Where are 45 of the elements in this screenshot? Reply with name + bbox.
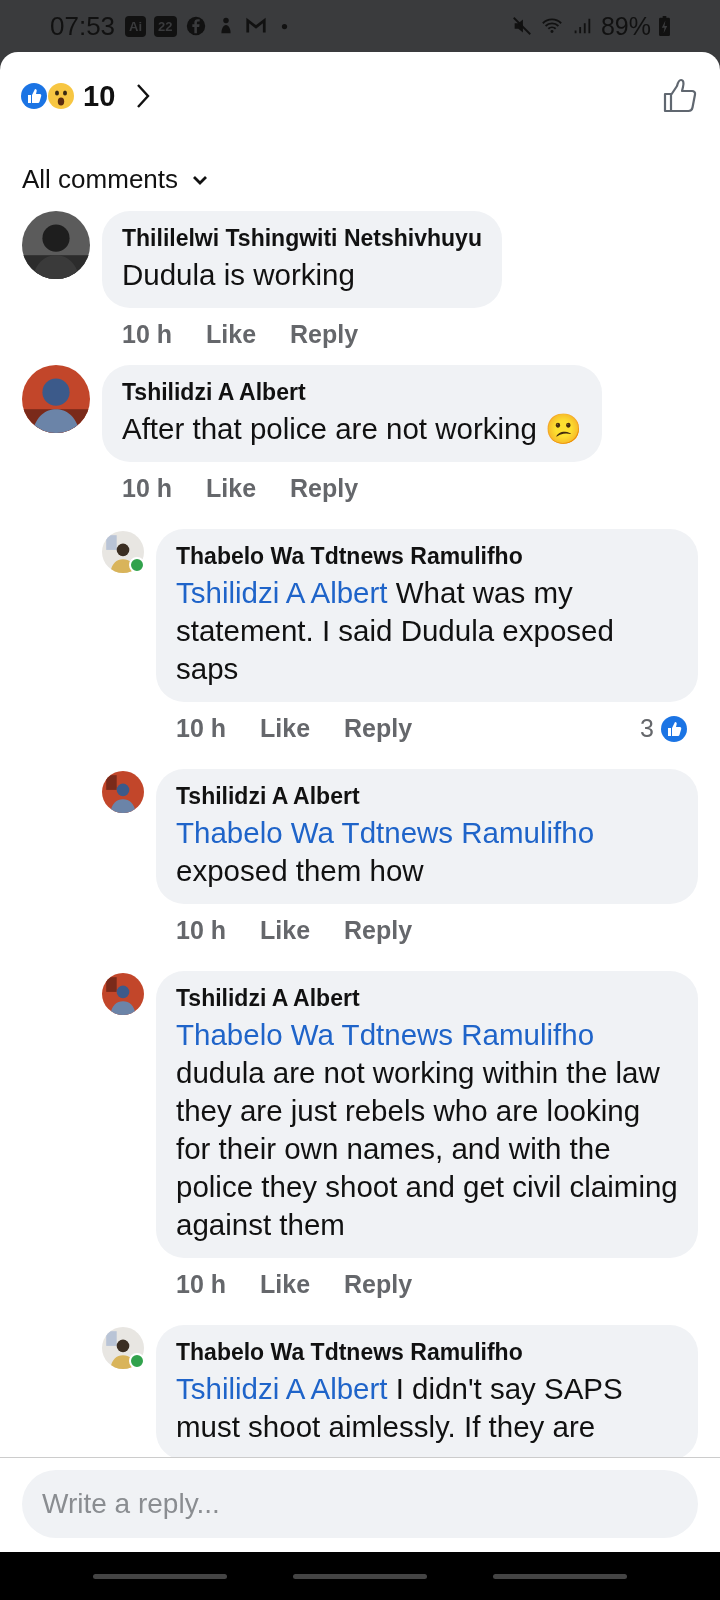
reply-link[interactable]: Reply bbox=[344, 714, 413, 743]
author-name[interactable]: Thabelo Wa Tdtnews Ramulifho bbox=[176, 1339, 678, 1366]
comment-text: Tshilidzi A Albert I didn't say SAPS must shoot aimlessly. If they are bbox=[176, 1371, 624, 1445]
author-name[interactable]: Thililelwi Tshingwiti Netshivhuyu bbox=[122, 225, 482, 252]
reply-field[interactable]: Write a reply... bbox=[22, 1470, 698, 1538]
reply-link[interactable]: Reply bbox=[290, 320, 359, 349]
reaction-count[interactable]: 10 bbox=[83, 79, 116, 113]
like-reaction-icon bbox=[20, 82, 48, 110]
reply-link[interactable]: Reply bbox=[290, 474, 359, 503]
like-link[interactable]: Like bbox=[260, 916, 311, 945]
like-link[interactable]: Like bbox=[260, 1270, 311, 1299]
comment-time: 10 h bbox=[176, 1270, 227, 1299]
chevron-right-icon[interactable] bbox=[135, 82, 152, 110]
like-link[interactable]: Like bbox=[206, 320, 257, 349]
mention-link[interactable]: Thabelo Wa Tdtnews Ramulifho bbox=[176, 1018, 595, 1051]
mention-link[interactable]: Thabelo Wa Tdtnews Ramulifho bbox=[176, 816, 595, 849]
comment-text: Dudula is working bbox=[122, 257, 356, 293]
mention-link[interactable]: Tshilidzi A Albert bbox=[176, 576, 388, 609]
facebook-icon bbox=[184, 15, 207, 37]
like-link[interactable]: Like bbox=[260, 714, 311, 743]
mute-icon bbox=[510, 15, 533, 37]
author-name[interactable]: Thabelo Wa Tdtnews Ramulifho bbox=[176, 543, 678, 570]
like-icon[interactable] bbox=[662, 78, 698, 114]
comment-text: Thabelo Wa Tdtnews Ramulifho dudula are not working within the law they are just rebels who are looking for their own names, and with the police they shoot and get civil claiming against them bbox=[176, 1017, 678, 1243]
comment-text: Tshilidzi A Albert What was my statement. I said Dudula exposed saps bbox=[176, 575, 615, 687]
reply-link[interactable]: Reply bbox=[344, 916, 413, 945]
comment-time: 10 h bbox=[122, 474, 173, 503]
like-reaction-icon bbox=[660, 714, 688, 743]
more-icon bbox=[280, 22, 288, 30]
like-count: 3 bbox=[640, 714, 654, 743]
mention-link[interactable]: Tshilidzi A Albert bbox=[176, 1372, 388, 1405]
comment-time: 10 h bbox=[176, 714, 227, 743]
comment-time: 10 h bbox=[176, 916, 227, 945]
comments-filter[interactable]: All comments bbox=[22, 164, 209, 195]
chevron-down-icon[interactable] bbox=[192, 174, 209, 185]
comment-text: After that police are not working 😕 bbox=[122, 411, 583, 447]
reply-link[interactable]: Reply bbox=[344, 1270, 413, 1299]
like-link[interactable]: Like bbox=[206, 474, 257, 503]
battery-icon bbox=[659, 16, 670, 36]
wow-reaction-icon bbox=[47, 82, 75, 110]
comment-time: 10 h bbox=[122, 320, 173, 349]
author-name[interactable]: Tshilidzi A Albert bbox=[122, 379, 583, 406]
author-name[interactable]: Tshilidzi A Albert bbox=[176, 783, 678, 810]
comment-text: Thabelo Wa Tdtnews Ramulifho exposed them how bbox=[176, 815, 596, 889]
author-name[interactable]: Tshilidzi A Albert bbox=[176, 985, 678, 1012]
